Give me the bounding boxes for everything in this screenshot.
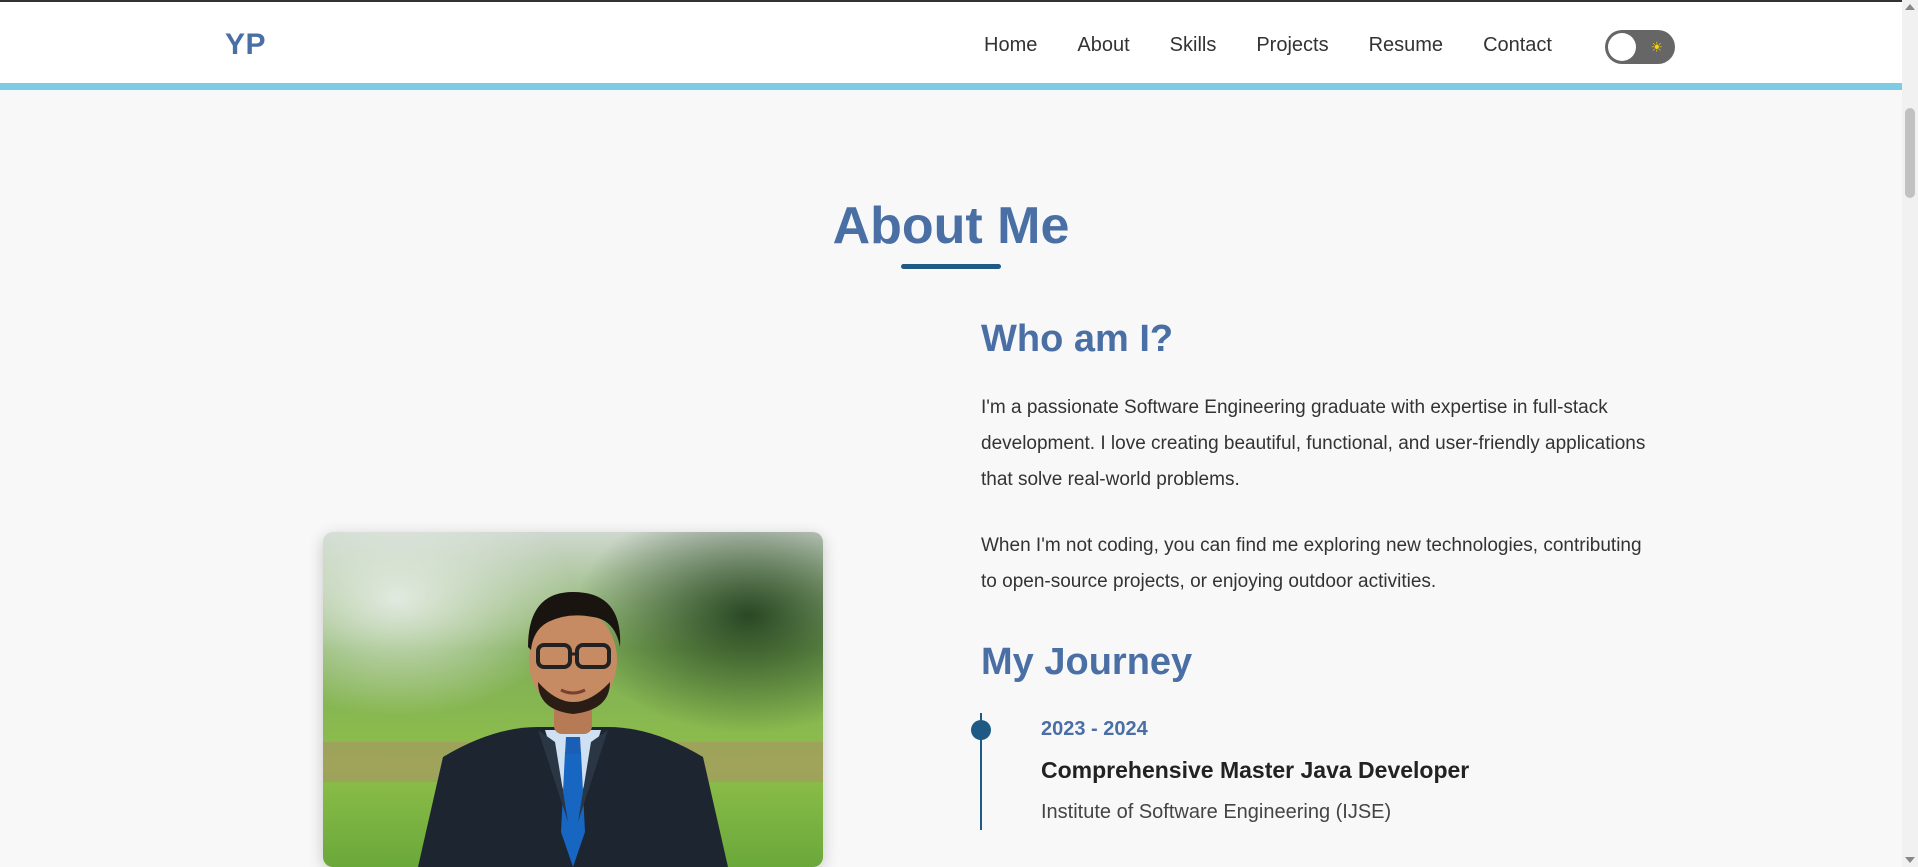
nav-link-skills[interactable]: Skills bbox=[1170, 34, 1217, 57]
toggle-knob bbox=[1608, 33, 1636, 61]
profile-photo bbox=[323, 532, 823, 867]
nav-link-home[interactable]: Home bbox=[984, 34, 1037, 57]
timeline-date: 2023 - 2024 bbox=[1041, 718, 1148, 740]
nav-links: Home About Skills Projects Resume Contac… bbox=[984, 34, 1552, 57]
nav-link-projects[interactable]: Projects bbox=[1256, 34, 1328, 57]
title-underline bbox=[901, 264, 1001, 269]
sun-icon: ☀ bbox=[1650, 39, 1663, 55]
site-logo[interactable]: YP bbox=[225, 28, 266, 62]
theme-toggle[interactable]: ☀ bbox=[1605, 30, 1675, 64]
timeline-dot bbox=[971, 720, 991, 740]
about-paragraph-1: I'm a passionate Software Engineering gr… bbox=[981, 397, 1646, 490]
timeline-title: Comprehensive Master Java Developer bbox=[1041, 757, 1470, 783]
scrollbar-thumb[interactable] bbox=[1905, 108, 1915, 198]
navbar: YP Home About Skills Projects Resume Con… bbox=[0, 2, 1902, 90]
my-journey-heading: My Journey bbox=[981, 641, 1193, 683]
timeline-institution: Institute of Software Engineering (IJSE) bbox=[1041, 801, 1392, 823]
about-paragraph-2: When I'm not coding, you can find me exp… bbox=[981, 535, 1642, 592]
scroll-down-arrow-icon[interactable] bbox=[1905, 857, 1915, 863]
nav-link-contact[interactable]: Contact bbox=[1483, 34, 1552, 57]
section-title: About Me bbox=[832, 197, 1070, 255]
who-am-i-heading: Who am I? bbox=[981, 318, 1174, 360]
nav-link-about[interactable]: About bbox=[1077, 34, 1129, 57]
scroll-up-arrow-icon[interactable] bbox=[1905, 4, 1915, 10]
page-scrollbar[interactable] bbox=[1902, 0, 1918, 867]
nav-link-resume[interactable]: Resume bbox=[1369, 34, 1443, 57]
